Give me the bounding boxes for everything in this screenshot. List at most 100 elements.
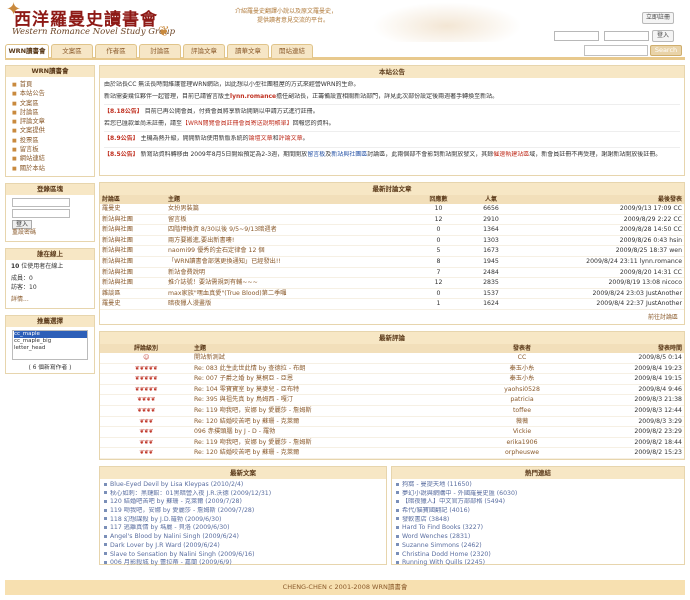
member-select-list[interactable]: cc_maple cc_maple_big letter_head (12, 329, 88, 360)
sidebar-password-input[interactable] (12, 208, 70, 218)
list-item[interactable]: Running With Quills (2245) (396, 559, 680, 568)
topic-title[interactable]: 推介誌號！要站需規到有輔~~~ (166, 277, 411, 289)
tab-wrn[interactable]: WRN讀書會 (5, 44, 49, 58)
table-row[interactable]: ❦❦❦❦❦ Re: 083 此生此世此情 by 查德拉 - 布朗 秦玉小糸 2009/… (100, 363, 684, 375)
table-row[interactable]: ❦❦❦❦❦ Re: 104 零寶寶室 by 莫麥兒 - 亞布特 yaohsi0528… (100, 384, 684, 396)
table-row[interactable]: ❦❦❦❦ Re: 395 與祖先真 by 鳥姆西 - 嘎汀 patricia 2009… (100, 394, 684, 406)
forum-articles-link[interactable]: 論壇文章 (249, 135, 273, 142)
table-row[interactable]: ☺ 開站新測試 CC 2009/8/5 0:14 (100, 352, 684, 364)
review-author[interactable]: yaohsi0528 (472, 384, 572, 396)
list-item[interactable]: Blue-Eyed Devil by Lisa Kleypas (2010/2/… (104, 481, 382, 490)
topic-title[interactable]: naomi99 優秀的金石定律會 12 個 (166, 245, 411, 257)
sidebar-item-guestbook[interactable]: ■ 留言板 (12, 145, 94, 154)
review-title[interactable]: Re: 120 結婚咬苦吧 by 蘇珊 - 克萊爾 (192, 447, 472, 459)
list-item[interactable]: 119 吻我吧，安娜 by 愛麗莎 - 詹姆斯 (2009/7/28) (104, 507, 382, 516)
review-title[interactable]: 096 赤撲頭腦 by J - D - 羅勃 (192, 426, 472, 438)
list-item[interactable]: 【暗夜獵人】中文官方部部格 (5494) (396, 498, 680, 507)
topic-forum[interactable]: 新站與社團 (100, 277, 166, 289)
topic-forum[interactable]: 新站與社團 (100, 267, 166, 279)
search-input[interactable] (584, 45, 648, 56)
online-details-link[interactable]: 詳情... (11, 296, 89, 305)
review-title[interactable]: Re: 104 零寶寶室 by 莫麥兒 - 亞布特 (192, 384, 472, 396)
list-item[interactable]: 120 結婚吧苦吧 by 蘇珊 - 克萊爾 (2009/7/28) (104, 498, 382, 507)
table-row[interactable]: ❦❦❦ Re: 120 結婚咬苦吧 by 蘇珊 - 克萊爾 薇薇 2009/8/3 3… (100, 416, 684, 428)
topic-forum[interactable]: 羅曼史 (100, 204, 166, 215)
login-button[interactable]: 登入 (652, 30, 674, 42)
sidebar-item-about[interactable]: ■ 關於本站 (12, 164, 94, 173)
table-row[interactable]: 雜談區 max家族"嘿血真愛"(True Blood)第二季囉 0 1537 2009/… (100, 288, 684, 300)
review-author[interactable]: orpheuswe (472, 447, 572, 459)
sidebar-item-books[interactable]: ■ 文案區 (12, 99, 94, 108)
topic-title[interactable]: 兩方要搬進,要出新書嘍! (166, 235, 411, 247)
more-topics-link[interactable]: 前往討論區 (100, 310, 684, 324)
topic-forum[interactable]: 新站與社團 (100, 214, 166, 226)
table-row[interactable]: 羅曼史 女扮男裝篇 10 6656 2009/9/13 17:09 CC (100, 204, 684, 215)
list-item[interactable]: 117 逃離真情 by 瑪麗 - 貝洛 (2009/6/30) (104, 524, 382, 533)
table-row[interactable]: 新站與社團 「WRN讀書會部落更換通知」已經發出!! 8 1945 2009/8/24 … (100, 256, 684, 268)
topic-forum[interactable]: 新站與社團 (100, 235, 166, 247)
list-item[interactable]: cc_maple_big (14, 338, 87, 345)
list-item[interactable]: 希代/貓寶國翻記 (4016) (396, 507, 680, 516)
tab-books[interactable]: 文案區 (51, 44, 93, 58)
review-author[interactable]: 薇薇 (472, 416, 572, 428)
tab-reviews[interactable]: 評論文章 (183, 44, 225, 58)
sidebar-item-announcements[interactable]: ■ 本站公告 (12, 89, 94, 98)
list-item[interactable]: Word Wenches (2831) (396, 533, 680, 542)
password-input[interactable] (604, 31, 649, 41)
review-title[interactable]: Re: 120 結婚咬苦吧 by 蘇珊 - 克萊爾 (192, 416, 472, 428)
review-title[interactable]: 開站新測試 (192, 352, 472, 364)
review-author[interactable]: toffee (472, 405, 572, 417)
review-author[interactable]: patricia (472, 394, 572, 406)
topic-forum[interactable]: 新站與社團 (100, 224, 166, 236)
list-item[interactable]: 秋心如刺：黑鏈館：01黑暗營入夜 J.R.沃德 (2009/12/31) (104, 490, 382, 499)
topic-title[interactable]: 「WRN讀書會部落更換通知」已經發出!! (166, 256, 411, 268)
sidebar-item-links[interactable]: ■ 網站連結 (12, 154, 94, 163)
review-author[interactable]: 秦玉小糸 (472, 363, 572, 375)
topic-title[interactable]: max家族"嘿血真愛"(True Blood)第二季囉 (166, 288, 411, 300)
sidebar-username-input[interactable] (12, 197, 70, 207)
topic-forum[interactable]: 新站與社團 (100, 245, 166, 257)
sidebar-login-button[interactable]: 登入 (12, 219, 33, 229)
sidebar-item-reviews[interactable]: ■ 評論文章 (12, 117, 94, 126)
list-item[interactable]: cc_maple (14, 330, 87, 338)
table-row[interactable]: ❦❦❦ Re: 119 吻我吧，安娜 by 愛麗莎 - 詹姆斯 erika1906 2… (100, 437, 684, 449)
tab-articles[interactable]: 讀華文章 (227, 44, 269, 58)
guestbook-link[interactable]: 留言板 (307, 151, 325, 158)
table-row[interactable]: 新站與社團 新站會費說明 7 2484 2009/8/20 14:31 CC (100, 267, 684, 279)
table-row[interactable]: ❦❦❦❦❦ Re: 007 子爵之婚 by 莫桐亞 - 亞恩 秦玉小糸 2009/8/… (100, 373, 684, 385)
sidebar-item-submit[interactable]: ■ 文案提供 (12, 126, 94, 135)
new-site-link[interactable]: 新站與社團區 (331, 151, 367, 158)
list-item[interactable]: Dark Lover by J.R Ward (2009/6/24) (104, 542, 382, 551)
review-author[interactable]: Vickie (472, 426, 572, 438)
table-row[interactable]: 新站與社團 naomi99 優秀的金石定律會 12 個 5 1673 2009/8/25… (100, 245, 684, 257)
sidebar-item-poll[interactable]: ■ 投票區 (12, 136, 94, 145)
topic-title[interactable]: 四階押換資 8/30以後 9/5~9/13暗週者 (166, 224, 411, 236)
table-row[interactable]: 新站與社團 推介誌號！要站需規到有輔~~~ 12 2835 2009/8/19 13:0… (100, 277, 684, 289)
topic-title[interactable]: 暗夜獵人漫畫版 (166, 298, 411, 310)
list-item[interactable]: 發軟書店 (3848) (396, 516, 680, 525)
list-item[interactable]: Hard To Find Books (3227) (396, 524, 680, 533)
review-title[interactable]: Re: 119 吻我吧，安娜 by 愛麗莎 - 詹姆斯 (192, 405, 472, 417)
sidebar-item-home[interactable]: ■ 首頁 (12, 80, 94, 89)
table-row[interactable]: 羅曼史 暗夜獵人漫畫版 1 1624 2009/8/4 22:37 JustAnothe… (100, 298, 684, 310)
list-item[interactable]: Suzanne Simmons (2462) (396, 542, 680, 551)
list-item[interactable]: Angel's Blood by Nalini Singh (2009/6/24… (104, 533, 382, 542)
topic-title[interactable]: 女扮男裝篇 (166, 204, 411, 215)
table-row[interactable]: ❦❦❦❦ Re: 119 吻我吧，安娜 by 愛麗莎 - 詹姆斯 toffee 200… (100, 405, 684, 417)
topic-title[interactable]: 新站會費說明 (166, 267, 411, 279)
register-button[interactable]: 立即註冊 (642, 12, 674, 24)
tab-forum[interactable]: 討論區 (139, 44, 181, 58)
review-title[interactable]: Re: 083 此生此世此情 by 查德拉 - 布朗 (192, 363, 472, 375)
list-item[interactable]: 118 幻想謀殺 by J.D.羅勃 (2009/6/30) (104, 516, 382, 525)
review-title[interactable]: Re: 119 吻我吧，安娜 by 愛麗莎 - 詹姆斯 (192, 437, 472, 449)
table-row[interactable]: ❦❦❦ 096 赤撲頭腦 by J - D - 羅勃 Vickie 2009/8/2 … (100, 426, 684, 438)
list-item[interactable]: Slave to Sensation by Nalini Singh (2009… (104, 551, 382, 560)
list-item[interactable]: 夢幻小說與網購中 - 外國羅曼史匯 (6030) (396, 490, 680, 499)
list-item[interactable]: letter_head (14, 345, 87, 352)
search-button[interactable]: Search (650, 45, 682, 56)
topic-forum[interactable]: 雜談區 (100, 288, 166, 300)
tab-authors[interactable]: 作者區 (95, 44, 137, 58)
register-info-link[interactable]: 【WRN閱覽會員註冊會員寄送說明帳單】 (182, 120, 293, 127)
table-row[interactable]: 新站與社團 兩方要搬進,要出新書嘍! 0 1303 2009/8/26 0:43 hsi… (100, 235, 684, 247)
list-item[interactable]: 006 月影殺城 by 蕾拉蒂 - 嘉蘭 (2009/6/9) (104, 559, 382, 568)
